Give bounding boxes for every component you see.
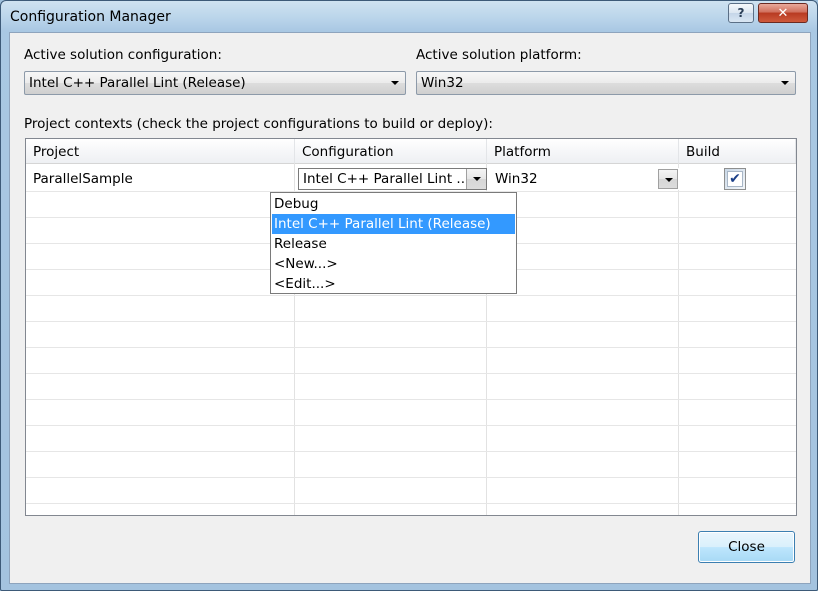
active-config-select[interactable]: Intel C++ Parallel Lint (Release) — [24, 71, 406, 95]
dialog-window: Configuration Manager ? ✕ Active solutio… — [0, 0, 818, 591]
row-divider — [26, 425, 796, 426]
grid-header: Project Configuration Platform Build — [26, 139, 796, 164]
active-platform-value: Win32 — [421, 75, 464, 91]
column-header-build[interactable]: Build — [679, 139, 796, 163]
chevron-down-icon — [391, 81, 399, 85]
build-checkbox[interactable]: ✔ — [724, 168, 746, 190]
chevron-down-icon — [781, 81, 789, 85]
row-configuration-value: Intel C++ Parallel Lint ... — [303, 171, 470, 187]
row-divider — [26, 503, 796, 504]
column-header-configuration[interactable]: Configuration — [295, 139, 487, 163]
checkmark-icon: ✔ — [727, 171, 743, 187]
project-contexts-label: Project contexts (check the project conf… — [24, 116, 493, 132]
configuration-dropdown-list: Debug Intel C++ Parallel Lint (Release) … — [270, 192, 517, 294]
row-platform-select[interactable]: Win32 — [490, 168, 679, 190]
row-configuration-select[interactable]: Intel C++ Parallel Lint ... — [298, 168, 487, 190]
dropdown-option-debug[interactable]: Debug — [272, 194, 515, 214]
active-platform-select[interactable]: Win32 — [416, 71, 796, 95]
close-button-label: Close — [728, 539, 765, 555]
row-divider — [26, 347, 796, 348]
dropdown-option-edit[interactable]: <Edit...> — [272, 274, 515, 294]
dropdown-option-parallel-lint[interactable]: Intel C++ Parallel Lint (Release) — [272, 214, 515, 234]
project-name: ParallelSample — [33, 171, 133, 187]
active-config-label: Active solution configuration: — [24, 47, 222, 63]
dialog-body: Active solution configuration: Intel C++… — [9, 32, 811, 584]
window-title: Configuration Manager — [10, 9, 171, 25]
active-config-value: Intel C++ Parallel Lint (Release) — [29, 75, 246, 91]
column-header-platform[interactable]: Platform — [487, 139, 679, 163]
row-divider — [26, 295, 796, 296]
active-platform-label: Active solution platform: — [416, 47, 582, 63]
column-header-project[interactable]: Project — [26, 139, 295, 163]
dropdown-option-new[interactable]: <New...> — [272, 254, 515, 274]
chevron-down-icon[interactable] — [466, 169, 486, 189]
row-platform-value: Win32 — [495, 171, 538, 187]
row-divider — [26, 373, 796, 374]
close-button[interactable]: Close — [698, 531, 795, 563]
dropdown-option-release[interactable]: Release — [272, 234, 515, 254]
title-bar[interactable]: Configuration Manager ? ✕ — [1, 1, 817, 33]
row-divider — [26, 321, 796, 322]
row-divider — [26, 399, 796, 400]
column-divider — [678, 163, 679, 515]
help-icon: ? — [737, 6, 745, 20]
close-icon: ✕ — [777, 5, 789, 21]
row-divider — [26, 477, 796, 478]
window-close-button[interactable]: ✕ — [758, 3, 808, 23]
row-divider — [26, 451, 796, 452]
help-button[interactable]: ? — [728, 3, 754, 23]
chevron-down-icon[interactable] — [658, 169, 678, 189]
